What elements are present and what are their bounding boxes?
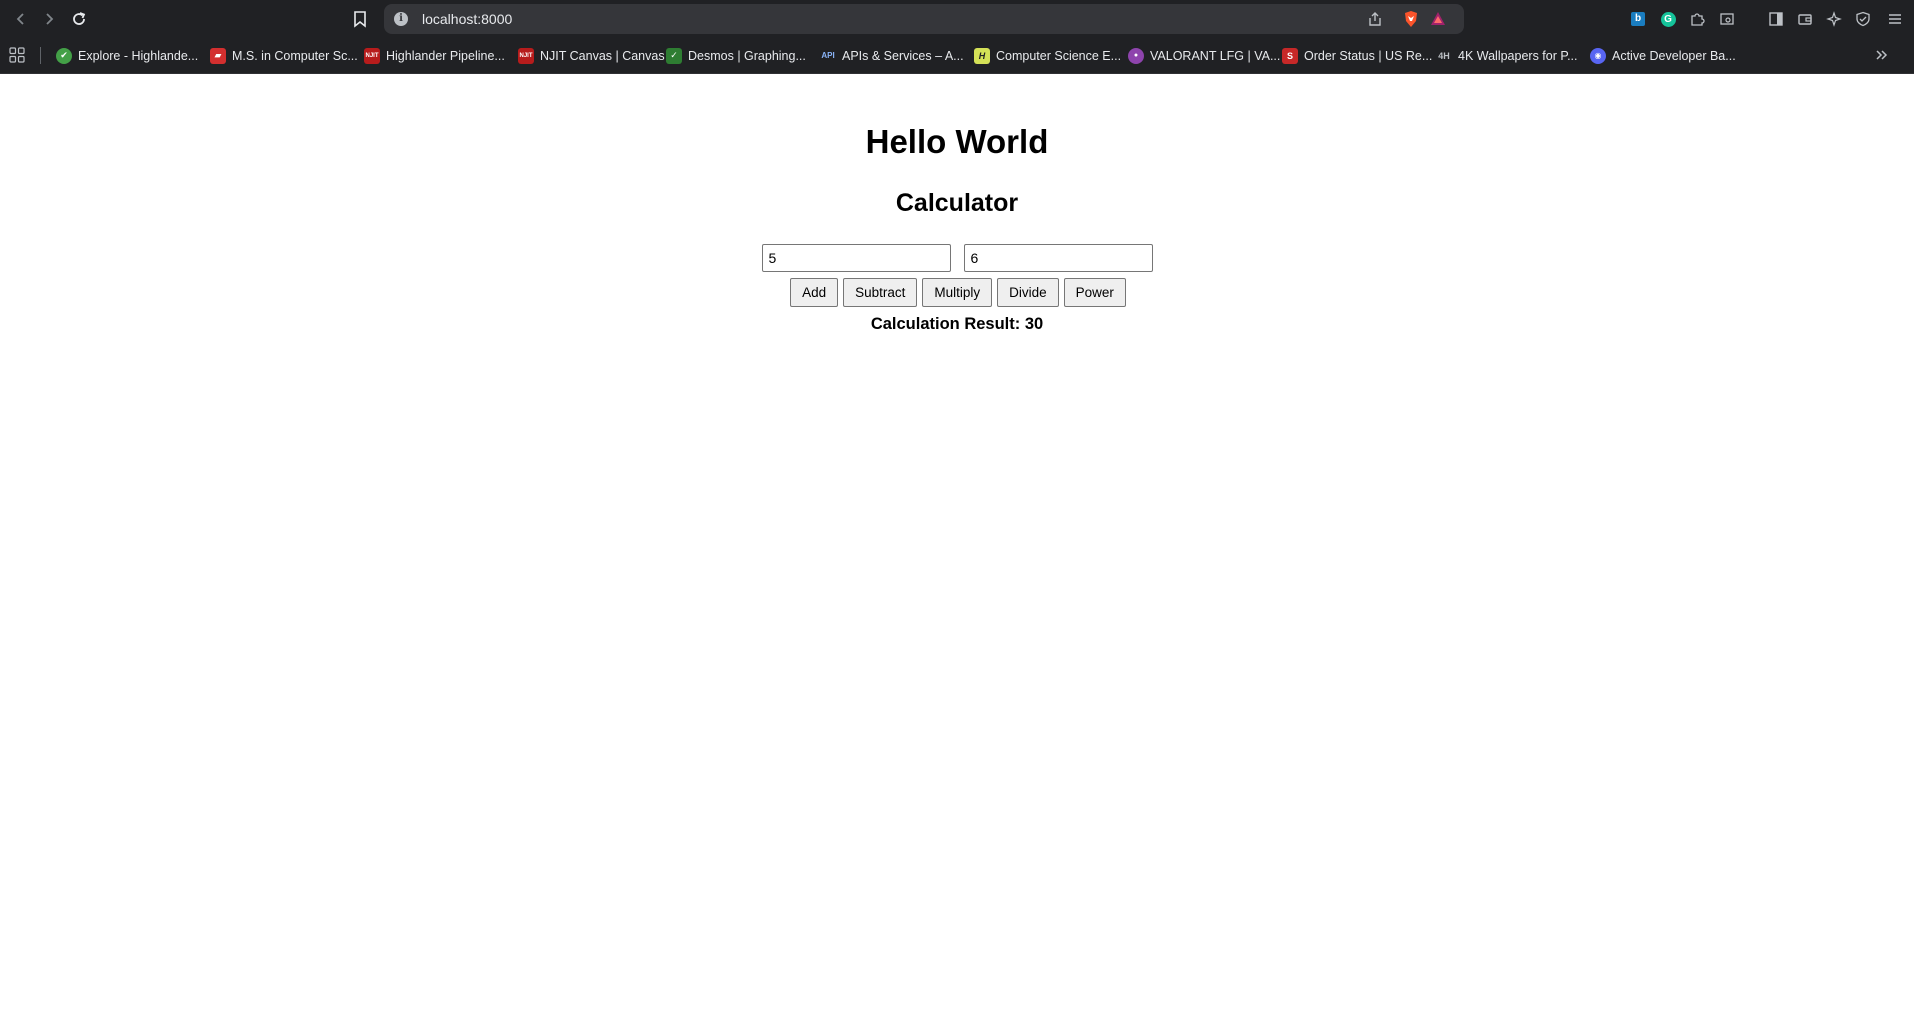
calculator-heading: Calculator <box>895 189 1019 217</box>
wallpapers-icon: 4H <box>1438 50 1450 61</box>
bookmark-active-developer[interactable]: ◉ Active Developer Ba... <box>1590 37 1736 74</box>
subtract-button[interactable]: Subtract <box>843 278 918 307</box>
address-bar[interactable]: i localhost:8000 <box>384 4 1464 34</box>
order-status-icon: S <box>1282 47 1298 64</box>
bookmark-label: 4K Wallpapers for P... <box>1458 48 1578 63</box>
brave-shields-icon[interactable] <box>1400 8 1422 30</box>
bookmark-4k-wallpapers[interactable]: 4H 4K Wallpapers for P... <box>1436 37 1578 74</box>
bookmark-desmos[interactable]: ✓ Desmos | Graphing... <box>666 37 806 74</box>
valorant-lfg-icon: ● <box>1128 47 1144 64</box>
bookmark-label: M.S. in Computer Sc... <box>232 48 358 63</box>
bookmarks-divider <box>40 47 41 64</box>
add-button[interactable]: Add <box>790 278 839 307</box>
bookmark-apis-services[interactable]: API APIs & Services – A... <box>820 37 964 74</box>
highlander-icon: ✔ <box>56 47 72 64</box>
bookmark-label: APIs & Services – A... <box>842 48 964 63</box>
power-button[interactable]: Power <box>1063 278 1126 307</box>
extensions-puzzle-icon[interactable] <box>1686 8 1708 30</box>
bookmark-explore-highlander[interactable]: ✔ Explore - Highlande... <box>56 37 198 74</box>
menu-icon[interactable] <box>1884 8 1906 30</box>
bookmark-label: Desmos | Graphing... <box>688 48 806 63</box>
extension-grammar-icon[interactable]: G <box>1657 8 1679 30</box>
bookmark-label: NJIT Canvas | Canvas <box>540 48 665 63</box>
bookmark-label: VALORANT LFG | VA... <box>1150 48 1281 63</box>
discord-icon: ◉ <box>1590 47 1606 64</box>
bookmark-page-button[interactable] <box>347 6 373 32</box>
vpn-shield-icon[interactable] <box>1852 8 1874 30</box>
bookmark-label: Explore - Highlande... <box>78 48 199 63</box>
divide-button[interactable]: Divide <box>997 278 1059 307</box>
bookmark-computer-science[interactable]: H Computer Science E... <box>974 37 1121 74</box>
bookmarks-bar: ✔ Explore - Highlande... ▰ M.S. in Compu… <box>0 37 1914 74</box>
bookmark-icon <box>354 11 366 28</box>
api-icon: API <box>821 51 835 60</box>
reload-button[interactable] <box>66 6 92 32</box>
back-arrow-icon <box>16 13 24 25</box>
bookmark-label: Order Status | US Re... <box>1304 48 1433 63</box>
njit-icon: NJIT <box>518 47 534 64</box>
reload-icon <box>73 12 86 25</box>
extension-window-icon[interactable] <box>1716 8 1738 30</box>
calculator-inputs <box>0 244 1914 272</box>
njit-flag-icon: ▰ <box>210 47 226 64</box>
bookmark-label: Active Developer Ba... <box>1612 48 1736 63</box>
brave-rewards-icon[interactable] <box>1427 8 1449 30</box>
more-bookmarks-chevron-icon[interactable] <box>1870 44 1892 66</box>
njit-icon: NJIT <box>364 47 380 64</box>
bookmark-highlander-pipeline[interactable]: NJIT Highlander Pipeline... <box>364 37 505 74</box>
sidebar-toggle-icon[interactable] <box>1765 8 1787 30</box>
multiply-button[interactable]: Multiply <box>922 278 993 307</box>
first-number-input[interactable] <box>761 244 951 272</box>
h-icon: H <box>974 47 990 64</box>
apps-grid-icon[interactable] <box>6 44 28 66</box>
calculation-result: Calculation Result: 30 <box>870 315 1044 333</box>
forward-button[interactable] <box>36 6 62 32</box>
wallet-icon[interactable] <box>1794 8 1816 30</box>
browser-toolbar: i localhost:8000 b G <box>0 0 1914 37</box>
back-button[interactable] <box>8 6 34 32</box>
share-icon[interactable] <box>1364 8 1386 30</box>
extension-b-icon[interactable]: b <box>1627 8 1649 30</box>
desmos-icon: ✓ <box>666 47 682 64</box>
page-title: Hello World <box>865 123 1049 160</box>
leo-ai-icon[interactable] <box>1823 8 1845 30</box>
site-info-icon[interactable]: i <box>394 12 408 26</box>
page-content: Hello World Calculator Add Subtract Mult… <box>0 74 1914 1032</box>
url-text[interactable]: localhost:8000 <box>422 4 512 34</box>
operation-buttons: Add Subtract Multiply Divide Power <box>0 278 1914 307</box>
bookmark-njit-canvas[interactable]: NJIT NJIT Canvas | Canvas <box>518 37 665 74</box>
bookmark-valorant-lfg[interactable]: ● VALORANT LFG | VA... <box>1128 37 1280 74</box>
forward-arrow-icon <box>46 13 54 25</box>
second-number-input[interactable] <box>963 244 1153 272</box>
bookmark-ms-computer-science[interactable]: ▰ M.S. in Computer Sc... <box>210 37 358 74</box>
bookmark-order-status[interactable]: S Order Status | US Re... <box>1282 37 1432 74</box>
bookmark-label: Computer Science E... <box>996 48 1122 63</box>
bookmark-label: Highlander Pipeline... <box>386 48 505 63</box>
